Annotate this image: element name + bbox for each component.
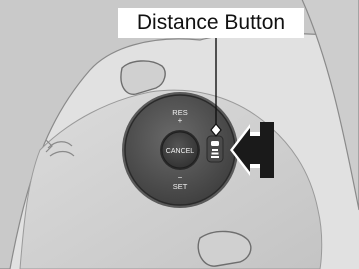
lower-switch — [197, 230, 252, 267]
steering-wheel-drawing: CANCEL RES + − SET — [0, 0, 359, 269]
distance-button-callout: Distance Button — [118, 8, 304, 38]
cancel-label: CANCEL — [166, 148, 195, 155]
set-label: SET — [173, 182, 188, 191]
steering-wheel-illustration: CANCEL RES + − SET Distance Button — [0, 0, 359, 269]
set-minus-sign: − — [178, 173, 183, 182]
resume-plus-sign: + — [178, 116, 183, 125]
